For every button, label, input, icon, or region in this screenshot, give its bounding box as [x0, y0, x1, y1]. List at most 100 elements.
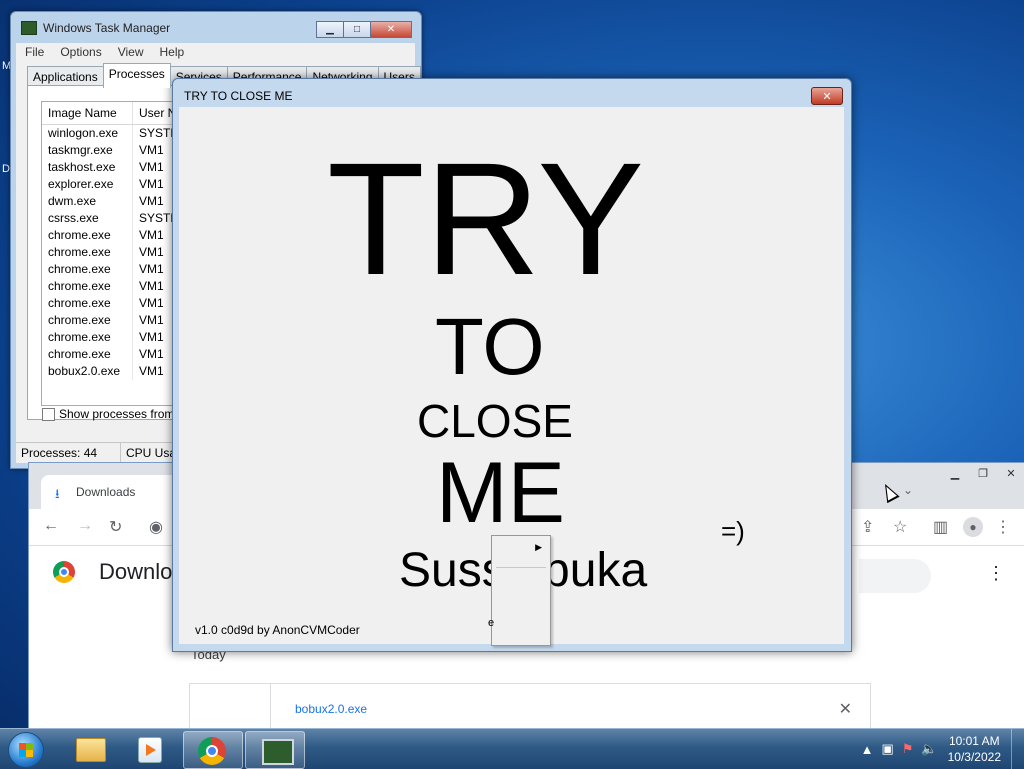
- volume-icon[interactable]: 🔈: [921, 741, 937, 757]
- process-user-name: VM1: [139, 279, 164, 293]
- task-manager-caption-buttons: ▁ □ ✕: [316, 21, 412, 38]
- taskbar-explorer[interactable]: [60, 731, 118, 767]
- process-user-name: VM1: [139, 143, 164, 157]
- submenu-arrow-icon: ▶: [535, 542, 542, 552]
- text-to: TO: [435, 302, 545, 391]
- site-info-icon[interactable]: ◉: [149, 517, 163, 537]
- task-manager-titlebar[interactable]: Windows Task Manager: [21, 21, 170, 35]
- process-user-name: VM1: [139, 177, 164, 191]
- process-user-name: VM1: [139, 296, 164, 310]
- process-user-name: VM1: [139, 330, 164, 344]
- clock[interactable]: 10:01 AM 10/3/2022: [948, 733, 1001, 765]
- windows-logo-icon: [19, 743, 33, 757]
- text-close: CLOSE: [417, 395, 573, 447]
- show-all-processes-checkbox[interactable]: [42, 407, 55, 421]
- taskbar-chrome[interactable]: [183, 731, 243, 769]
- chrome-tab-label: Downloads: [76, 485, 136, 499]
- downloads-search-field[interactable]: [859, 559, 931, 593]
- process-image-name: explorer.exe: [42, 176, 133, 193]
- chrome-minimize-icon[interactable]: ▁: [941, 463, 969, 483]
- show-desktop-button[interactable]: [1011, 729, 1024, 769]
- reload-icon[interactable]: ↻: [109, 517, 122, 537]
- taskbar-media-player[interactable]: [120, 731, 178, 767]
- taskbar: ▲ ▣ ⚑ 🔈 10:01 AM 10/3/2022: [0, 728, 1024, 769]
- prank-window[interactable]: TRY TO CLOSE ME ✕ TRY TO CLOSE ME =) Sus…: [172, 78, 852, 652]
- desktop-label-d: D: [2, 163, 10, 175]
- process-image-name: taskhost.exe: [42, 159, 133, 176]
- process-user-name: VM1: [139, 245, 164, 259]
- version-label: v1.0 c0d9d by AnonCVMCoder: [195, 623, 360, 637]
- bookmark-star-icon[interactable]: ☆: [893, 517, 907, 537]
- task-manager-menubar: File Options View Help: [16, 43, 415, 61]
- process-image-name: chrome.exe: [42, 346, 133, 363]
- start-button[interactable]: [8, 732, 44, 768]
- text-smile: =): [721, 516, 745, 546]
- process-user-name: VM1: [139, 347, 164, 361]
- menu-file[interactable]: File: [16, 43, 51, 61]
- download-icon: ⭳: [55, 486, 60, 501]
- minimize-button[interactable]: ▁: [316, 21, 344, 38]
- chrome-logo-icon: [53, 561, 75, 583]
- chrome-close-icon[interactable]: ✕: [997, 463, 1024, 483]
- prank-window-title: TRY TO CLOSE ME: [184, 89, 293, 103]
- column-image-name[interactable]: Image Name: [42, 102, 133, 124]
- status-processes: Processes: 44: [16, 443, 121, 463]
- context-menu-fragment: e: [488, 617, 495, 629]
- back-arrow-icon[interactable]: ←: [43, 517, 59, 535]
- profile-avatar-icon[interactable]: ●: [963, 517, 983, 537]
- show-all-processes-option[interactable]: Show processes from all: [42, 407, 190, 421]
- network-icon[interactable]: ▣: [881, 741, 893, 757]
- process-user-name: VM1: [139, 228, 164, 242]
- process-image-name: chrome.exe: [42, 295, 133, 312]
- taskbar-task-manager[interactable]: [245, 731, 305, 769]
- process-user-name: VM1: [139, 262, 164, 276]
- process-image-name: chrome.exe: [42, 329, 133, 346]
- chrome-icon: [198, 737, 226, 765]
- process-user-name: VM1: [139, 364, 164, 378]
- maximize-button[interactable]: □: [343, 21, 371, 38]
- process-image-name: csrss.exe: [42, 210, 133, 227]
- process-image-name: chrome.exe: [42, 227, 133, 244]
- clock-time: 10:01 AM: [948, 734, 1000, 748]
- clock-date: 10/3/2022: [947, 750, 1001, 764]
- side-panel-icon[interactable]: ▥: [933, 517, 948, 537]
- show-all-processes-label: Show processes from all: [59, 407, 190, 421]
- action-center-flag-icon[interactable]: ⚑: [902, 741, 914, 757]
- text-me: ME: [436, 445, 565, 541]
- prank-close-button[interactable]: ✕: [811, 87, 843, 105]
- process-image-name: winlogon.exe: [42, 125, 133, 142]
- downloads-more-icon[interactable]: ⋮: [987, 563, 1005, 584]
- share-icon[interactable]: ⇪: [861, 517, 874, 537]
- text-try: TRY: [327, 129, 645, 308]
- task-manager-icon: [21, 21, 37, 35]
- menu-options[interactable]: Options: [51, 43, 108, 61]
- close-button[interactable]: ✕: [370, 21, 412, 38]
- process-user-name: VM1: [139, 160, 164, 174]
- forward-arrow-icon[interactable]: →: [77, 517, 93, 535]
- show-hidden-icons-icon[interactable]: ▲: [861, 742, 874, 757]
- media-player-icon: [138, 737, 162, 763]
- tab-search-chevron-icon[interactable]: ⌄: [903, 483, 913, 497]
- downloads-page-title: Downlo: [99, 559, 173, 584]
- process-image-name: dwm.exe: [42, 193, 133, 210]
- tab-processes[interactable]: Processes: [102, 63, 171, 88]
- system-tray: ▲ ▣ ⚑ 🔈 10:01 AM 10/3/2022: [857, 729, 1024, 769]
- process-image-name: bobux2.0.exe: [42, 363, 133, 380]
- context-menu-separator: [496, 567, 546, 568]
- download-item: bobux2.0.exe ✕: [189, 683, 871, 732]
- menu-view[interactable]: View: [109, 43, 151, 61]
- process-image-name: chrome.exe: [42, 244, 133, 261]
- menu-help[interactable]: Help: [151, 43, 192, 61]
- chrome-menu-icon[interactable]: ⋮: [995, 517, 1011, 537]
- process-user-name: VM1: [139, 313, 164, 327]
- chrome-caption-buttons: ▁ ❐ ✕: [941, 463, 1024, 483]
- context-menu[interactable]: ▶ e: [488, 535, 551, 646]
- process-user-name: VM1: [139, 194, 164, 208]
- tab-applications[interactable]: Applications: [27, 66, 104, 87]
- task-manager-taskbar-icon: [262, 739, 294, 765]
- download-filename-link[interactable]: bobux2.0.exe: [295, 702, 367, 716]
- process-image-name: chrome.exe: [42, 312, 133, 329]
- process-image-name: taskmgr.exe: [42, 142, 133, 159]
- remove-download-icon[interactable]: ✕: [839, 699, 852, 719]
- chrome-restore-icon[interactable]: ❐: [969, 463, 997, 483]
